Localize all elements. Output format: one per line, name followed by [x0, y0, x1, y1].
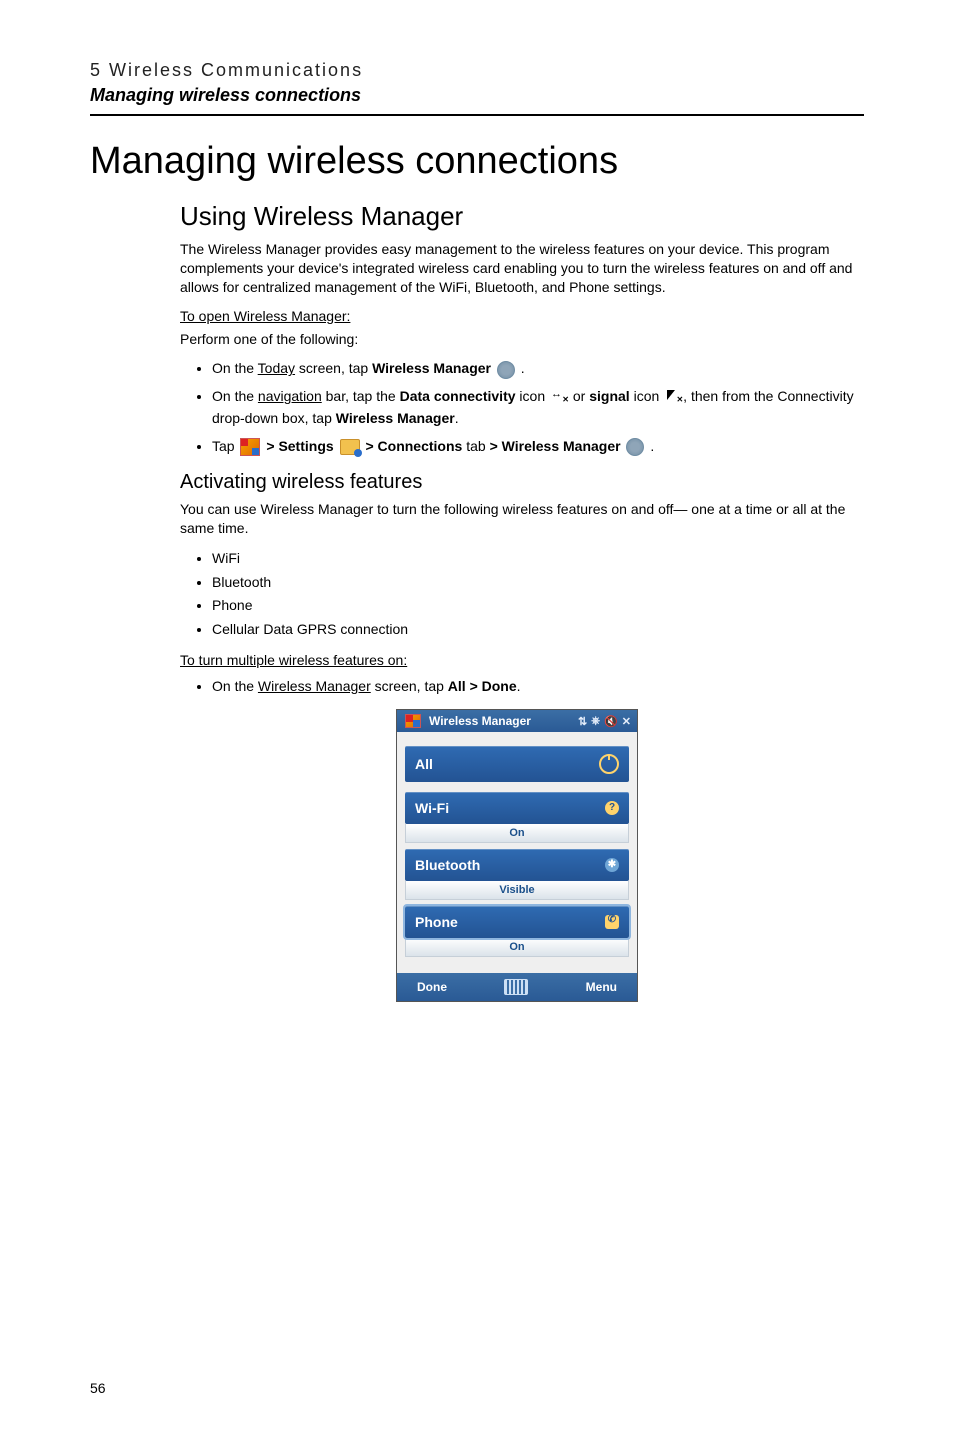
- wifi-label: Wi-Fi: [415, 800, 449, 816]
- page-number: 56: [90, 1380, 106, 1396]
- phone-label: Phone: [415, 914, 458, 930]
- bluetooth-toggle-bar[interactable]: Bluetooth ✱: [405, 849, 629, 881]
- list-item: Bluetooth: [212, 572, 854, 594]
- wireless-manager-icon: [497, 361, 515, 379]
- link-wireless-manager-screen[interactable]: Wireless Manager: [258, 678, 371, 694]
- wireless-manager-icon: [626, 438, 644, 456]
- close-icon[interactable]: ✕: [622, 715, 631, 728]
- wireless-manager-screenshot: Wireless Manager ⇅ ⎈ 🔇 ✕ All Wi-Fi ?: [396, 709, 638, 1002]
- chapter-heading: 5 Wireless Communications: [90, 60, 864, 81]
- phone-icon: [605, 915, 619, 929]
- link-navigation[interactable]: navigation: [258, 388, 322, 404]
- turn-on-heading: To turn multiple wireless features on:: [180, 651, 854, 670]
- features-list: WiFi Bluetooth Phone Cellular Data GPRS …: [180, 548, 854, 641]
- turn-on-list: On the Wireless Manager screen, tap All …: [180, 676, 854, 698]
- sub-subsection-title: Activating wireless features: [180, 471, 854, 494]
- bluetooth-label: Bluetooth: [415, 857, 480, 873]
- list-item: Cellular Data GPRS connection: [212, 619, 854, 641]
- page-title: Managing wireless connections: [90, 140, 864, 183]
- done-softkey[interactable]: Done: [417, 980, 447, 994]
- menu-softkey[interactable]: Menu: [586, 980, 617, 994]
- window-title: Wireless Manager: [429, 714, 531, 728]
- start-icon: [240, 438, 260, 456]
- bluetooth-status: Visible: [405, 881, 629, 900]
- open-wm-sub: Perform one of the following:: [180, 330, 854, 349]
- wifi-status-icon: ?: [605, 801, 619, 815]
- screenshot-titlebar: Wireless Manager ⇅ ⎈ 🔇 ✕: [397, 710, 637, 732]
- all-toggle-bar[interactable]: All: [405, 746, 629, 782]
- list-item: On the navigation bar, tap the Data conn…: [212, 386, 854, 429]
- header-rule: [90, 114, 864, 116]
- data-connectivity-icon: [551, 390, 567, 404]
- list-item: Phone: [212, 595, 854, 617]
- section-heading-italic: Managing wireless connections: [90, 85, 864, 106]
- list-item: Tap > Settings > Connections tab > Wirel…: [212, 436, 854, 458]
- list-item: On the Today screen, tap Wireless Manage…: [212, 358, 854, 380]
- connectivity-icon[interactable]: ⇅: [578, 715, 587, 728]
- keyboard-icon[interactable]: [504, 979, 528, 995]
- wifi-status: On: [405, 824, 629, 843]
- list-item: On the Wireless Manager screen, tap All …: [212, 676, 854, 698]
- phone-status: On: [405, 938, 629, 957]
- phone-toggle-bar[interactable]: Phone: [405, 906, 629, 938]
- start-icon[interactable]: [405, 714, 421, 728]
- signal-icon: [665, 390, 681, 404]
- subsection-title: Using Wireless Manager: [180, 201, 854, 232]
- screenshot-menubar: Done Menu: [397, 973, 637, 1001]
- intro-paragraph: The Wireless Manager provides easy manag…: [180, 240, 854, 297]
- wifi-toggle-bar[interactable]: Wi-Fi ?: [405, 792, 629, 824]
- settings-icon: [340, 439, 360, 455]
- all-label: All: [415, 756, 433, 772]
- sync-icon[interactable]: ⎈: [591, 715, 600, 728]
- open-wm-list: On the Today screen, tap Wireless Manage…: [180, 358, 854, 457]
- list-item: WiFi: [212, 548, 854, 570]
- activating-paragraph: You can use Wireless Manager to turn the…: [180, 500, 854, 538]
- system-tray: ⇅ ⎈ 🔇 ✕: [578, 715, 631, 728]
- open-wm-heading: To open Wireless Manager:: [180, 307, 854, 326]
- volume-icon[interactable]: 🔇: [604, 715, 618, 728]
- link-today[interactable]: Today: [258, 360, 295, 376]
- power-icon: [599, 754, 619, 774]
- bluetooth-icon: ✱: [605, 858, 619, 872]
